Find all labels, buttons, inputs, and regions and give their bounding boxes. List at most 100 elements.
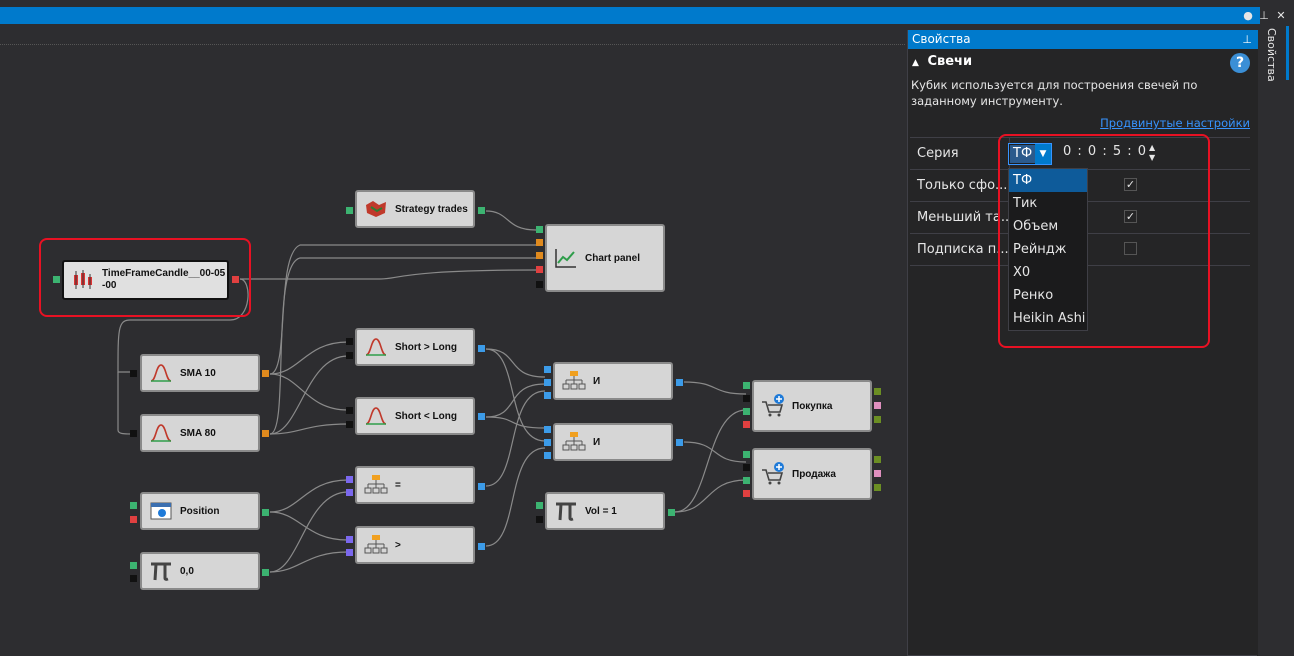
tab-indicator (1286, 26, 1289, 80)
port[interactable] (346, 489, 353, 496)
node-sma80[interactable]: SMA 80 (140, 414, 260, 452)
port[interactable] (536, 516, 543, 523)
highlight-box (998, 134, 1210, 348)
titlebar-accent (0, 7, 1260, 24)
port[interactable] (536, 252, 543, 259)
node-label: > (395, 539, 401, 551)
indicator-icon (150, 364, 172, 382)
port[interactable] (874, 402, 881, 409)
side-tab[interactable]: Свойства (1260, 20, 1294, 656)
node-label: = (395, 479, 401, 491)
pi-icon (151, 562, 171, 581)
node-label: Short > Long (395, 341, 457, 353)
port[interactable] (262, 569, 269, 576)
dropdown-icon[interactable]: ● (1240, 7, 1256, 24)
port[interactable] (346, 407, 353, 414)
port[interactable] (536, 239, 543, 246)
port[interactable] (130, 516, 137, 523)
port[interactable] (346, 536, 353, 543)
chart-icon (555, 249, 576, 268)
window-titlebar: ● ⊥ ✕ (0, 0, 1294, 30)
port[interactable] (743, 408, 750, 415)
advanced-settings-link[interactable]: Продвинутые настройки (1100, 116, 1250, 130)
port[interactable] (544, 392, 551, 399)
node-sma10[interactable]: SMA 10 (140, 354, 260, 392)
property-label: Серия (917, 146, 959, 161)
panel-header: Свойства ⊥ (908, 30, 1258, 49)
collapse-triangle-icon[interactable]: ▲ (912, 58, 919, 68)
port[interactable] (262, 370, 269, 377)
pin-icon[interactable]: ⊥ (1242, 30, 1252, 49)
port[interactable] (130, 430, 137, 437)
node-sell[interactable]: Продажа (752, 448, 872, 500)
port[interactable] (536, 266, 543, 273)
port[interactable] (536, 502, 543, 509)
port[interactable] (544, 366, 551, 373)
port[interactable] (874, 484, 881, 491)
properties-panel: Свойства ⊥ ▲ Свечи ? Кубик используется … (907, 30, 1258, 656)
section-title: Свечи (927, 54, 973, 69)
port[interactable] (743, 382, 750, 389)
port[interactable] (262, 430, 269, 437)
port[interactable] (478, 413, 485, 420)
port[interactable] (544, 439, 551, 446)
port[interactable] (743, 451, 750, 458)
handshake-icon (366, 201, 386, 217)
node-vol[interactable]: Vol = 1 (545, 492, 665, 530)
node-zero[interactable]: 0,0 (140, 552, 260, 590)
port[interactable] (130, 502, 137, 509)
port[interactable] (544, 379, 551, 386)
port[interactable] (346, 476, 353, 483)
highlight-box (39, 238, 251, 317)
node-and-1[interactable]: И (553, 362, 673, 400)
port[interactable] (346, 338, 353, 345)
port[interactable] (544, 426, 551, 433)
node-label: SMA 80 (180, 427, 216, 439)
node-equals[interactable]: = (355, 466, 475, 504)
node-position[interactable]: Position (140, 492, 260, 530)
node-and-2[interactable]: И (553, 423, 673, 461)
port[interactable] (743, 477, 750, 484)
port[interactable] (130, 575, 137, 582)
node-greater[interactable]: > (355, 526, 475, 564)
port[interactable] (874, 416, 881, 423)
port[interactable] (478, 483, 485, 490)
port[interactable] (874, 388, 881, 395)
port[interactable] (478, 207, 485, 214)
node-strategy-trades[interactable]: Strategy trades (355, 190, 475, 228)
section-header[interactable]: ▲ Свечи (912, 54, 972, 69)
port[interactable] (346, 549, 353, 556)
port[interactable] (130, 370, 137, 377)
port[interactable] (544, 452, 551, 459)
port[interactable] (743, 490, 750, 497)
logic-icon (364, 475, 388, 494)
port[interactable] (668, 509, 675, 516)
port[interactable] (743, 395, 750, 402)
port[interactable] (874, 456, 881, 463)
port[interactable] (874, 470, 881, 477)
port[interactable] (478, 345, 485, 352)
strategy-canvas[interactable]: Strategy trades Chart panel TimeFrameCan… (0, 30, 905, 656)
node-short-lt-long[interactable]: Short < Long (355, 397, 475, 435)
node-short-gt-long[interactable]: Short > Long (355, 328, 475, 366)
port[interactable] (536, 226, 543, 233)
help-icon[interactable]: ? (1230, 53, 1250, 73)
port[interactable] (262, 509, 269, 516)
logic-icon (364, 535, 388, 554)
node-label: 0,0 (180, 565, 194, 577)
position-icon (150, 502, 172, 520)
port[interactable] (478, 543, 485, 550)
port[interactable] (130, 562, 137, 569)
logic-icon (562, 371, 586, 390)
port[interactable] (676, 439, 683, 446)
port[interactable] (743, 421, 750, 428)
port[interactable] (743, 464, 750, 471)
node-label: Strategy trades (395, 203, 468, 215)
node-buy[interactable]: Покупка (752, 380, 872, 432)
port[interactable] (676, 379, 683, 386)
port[interactable] (346, 421, 353, 428)
port[interactable] (346, 207, 353, 214)
port[interactable] (346, 352, 353, 359)
node-chart-panel[interactable]: Chart panel (545, 224, 665, 292)
port[interactable] (536, 281, 543, 288)
